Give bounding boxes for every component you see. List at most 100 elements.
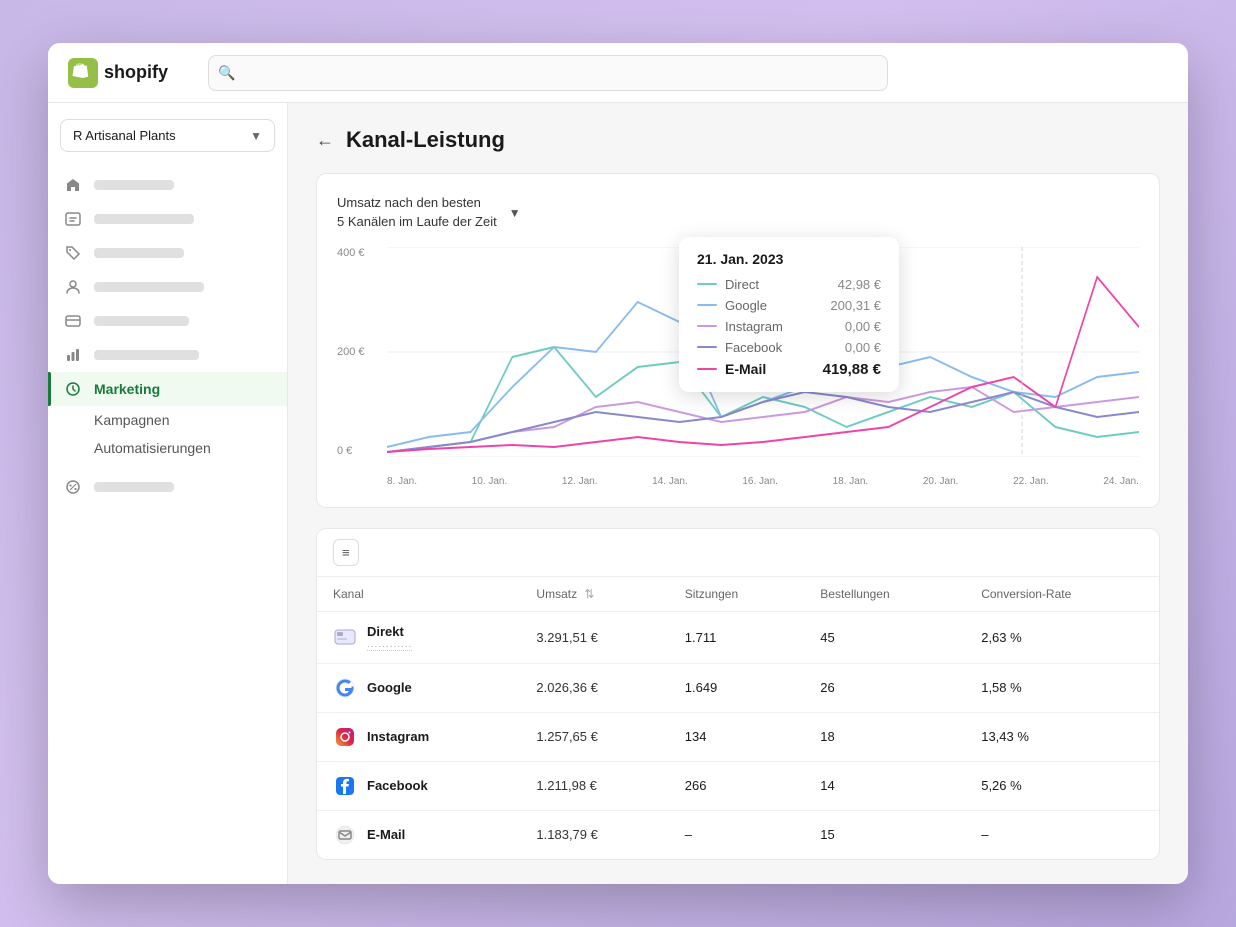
- sitzungen-instagram: 134: [669, 712, 805, 761]
- bestellungen-direkt: 45: [804, 611, 965, 663]
- discount-icon: [64, 478, 82, 496]
- tooltip-row-instagram: Instagram 0,00 €: [697, 319, 881, 334]
- tooltip-value-instagram: 0,00 €: [845, 319, 881, 334]
- sidebar-item-finance[interactable]: [48, 304, 287, 338]
- col-kanal: Kanal: [317, 577, 520, 612]
- chart-dropdown-icon[interactable]: ▼: [509, 206, 521, 220]
- search-icon: 🔍: [218, 64, 235, 81]
- page-title: Kanal-Leistung: [346, 127, 505, 153]
- search-bar: 🔍: [208, 55, 888, 91]
- search-input[interactable]: [208, 55, 888, 91]
- nav-label-bar-customers: [94, 282, 204, 292]
- channel-name-direkt: Direkt: [367, 624, 412, 639]
- tooltip-row-google: Google 200,31 €: [697, 298, 881, 313]
- customers-icon: [64, 278, 82, 296]
- data-table: Kanal Umsatz ⇅ Sitzungen Bestellungen: [317, 577, 1159, 859]
- table-row: Instagram 1.257,65 € 134 18 13,43 %: [317, 712, 1159, 761]
- bottom-nav: [48, 470, 287, 504]
- umsatz-instagram: 1.257,65 €: [520, 712, 668, 761]
- nav-label-bar-orders: [94, 214, 194, 224]
- x-label-2: 12. Jan.: [562, 476, 598, 487]
- tooltip-value-facebook: 0,00 €: [845, 340, 881, 355]
- instagram-icon: [333, 725, 357, 749]
- sidebar-item-products[interactable]: [48, 236, 287, 270]
- tooltip-label-google: Google: [725, 298, 767, 313]
- tooltip-row-email: E-Mail 419,88 €: [697, 361, 881, 378]
- tooltip-label-email: E-Mail: [725, 361, 766, 377]
- umsatz-google: 2.026,36 €: [520, 663, 668, 712]
- conversion-facebook: 5,26 %: [965, 761, 1159, 810]
- col-conversion: Conversion-Rate: [965, 577, 1159, 612]
- marketing-icon: [64, 380, 82, 398]
- nav-label-bar-finance: [94, 316, 189, 326]
- table-body: Direkt ............ 3.291,51 € 1.711 45 …: [317, 611, 1159, 859]
- chevron-down-icon: ▼: [250, 129, 262, 143]
- chart-title-line2: 5 Kanälen im Laufe der Zeit: [337, 214, 497, 229]
- nav-label-bar-home: [94, 180, 174, 190]
- sub-nav: Kampagnen Automatisierungen: [48, 406, 287, 462]
- sidebar-item-orders[interactable]: [48, 202, 287, 236]
- sidebar-item-marketing[interactable]: Marketing: [48, 372, 287, 406]
- x-label-6: 20. Jan.: [923, 476, 959, 487]
- chart-tooltip: 21. Jan. 2023 Direct 42,98 € Googl: [679, 237, 899, 392]
- channel-name-instagram: Instagram: [367, 729, 429, 744]
- finance-icon: [64, 312, 82, 330]
- sidebar-item-discounts[interactable]: [48, 470, 287, 504]
- sidebar-item-home[interactable]: [48, 168, 287, 202]
- col-umsatz[interactable]: Umsatz ⇅: [520, 577, 668, 612]
- sidebar-item-customers[interactable]: [48, 270, 287, 304]
- col-bestellungen: Bestellungen: [804, 577, 965, 612]
- bestellungen-facebook: 14: [804, 761, 965, 810]
- sub-nav-kampagnen[interactable]: Kampagnen: [94, 406, 287, 434]
- email-icon: [333, 823, 357, 847]
- store-selector[interactable]: R Artisanal Plants ▼: [60, 119, 275, 152]
- back-button[interactable]: ←: [316, 130, 334, 151]
- tooltip-value-google: 200,31 €: [830, 298, 881, 313]
- tooltip-line-google: [697, 304, 717, 306]
- channel-cell-instagram: Instagram: [317, 712, 520, 761]
- google-icon: [333, 676, 357, 700]
- chart-card: Umsatz nach den besten 5 Kanälen im Lauf…: [316, 173, 1160, 507]
- table-header-row: Kanal Umsatz ⇅ Sitzungen Bestellungen: [317, 577, 1159, 612]
- nav-list: Marketing: [48, 168, 287, 406]
- bestellungen-email: 15: [804, 810, 965, 859]
- nav-label-bar-discounts: [94, 482, 174, 492]
- tooltip-value-email: 419,88 €: [823, 361, 881, 378]
- filter-button[interactable]: ≡: [333, 539, 359, 566]
- tooltip-line-facebook: [697, 346, 717, 348]
- umsatz-facebook: 1.211,98 €: [520, 761, 668, 810]
- tooltip-label-instagram: Instagram: [725, 319, 783, 334]
- table-row: Facebook 1.211,98 € 266 14 5,26 %: [317, 761, 1159, 810]
- tooltip-row-direct: Direct 42,98 €: [697, 277, 881, 292]
- main-content: ← Kanal-Leistung Umsatz nach den besten …: [288, 103, 1188, 883]
- sub-nav-automatisierungen[interactable]: Automatisierungen: [94, 434, 287, 462]
- tooltip-left-direct: Direct: [697, 277, 759, 292]
- conversion-direkt: 2,63 %: [965, 611, 1159, 663]
- store-name: R Artisanal Plants: [73, 128, 176, 143]
- main-window: shopify 🔍 R Artisanal Plants ▼: [48, 43, 1188, 883]
- channel-name-google: Google: [367, 680, 412, 695]
- table-row: E-Mail 1.183,79 € – 15 –: [317, 810, 1159, 859]
- umsatz-direkt: 3.291,51 €: [520, 611, 668, 663]
- facebook-icon: [333, 774, 357, 798]
- table-card: ≡ Kanal Umsatz ⇅: [316, 528, 1160, 860]
- table-row: Google 2.026,36 € 1.649 26 1,58 %: [317, 663, 1159, 712]
- sitzungen-direkt: 1.711: [669, 611, 805, 663]
- nav-label-bar-analytics: [94, 350, 199, 360]
- filter-icon: ≡: [342, 545, 350, 560]
- channel-cell-direkt: Direkt ............: [317, 611, 520, 663]
- umsatz-email: 1.183,79 €: [520, 810, 668, 859]
- tooltip-left-facebook: Facebook: [697, 340, 782, 355]
- x-label-5: 18. Jan.: [833, 476, 869, 487]
- sitzungen-google: 1.649: [669, 663, 805, 712]
- tooltip-left-instagram: Instagram: [697, 319, 783, 334]
- channel-cell-email: E-Mail: [317, 810, 520, 859]
- sidebar-item-analytics[interactable]: [48, 338, 287, 372]
- tooltip-line-direct: [697, 283, 717, 285]
- chart-title-wrap: Umsatz nach den besten 5 Kanälen im Lauf…: [337, 194, 521, 230]
- page-header: ← Kanal-Leistung: [316, 127, 1160, 153]
- table-toolbar: ≡: [317, 529, 1159, 577]
- shopify-logo-icon: [68, 58, 98, 88]
- header: shopify 🔍: [48, 43, 1188, 103]
- home-icon: [64, 176, 82, 194]
